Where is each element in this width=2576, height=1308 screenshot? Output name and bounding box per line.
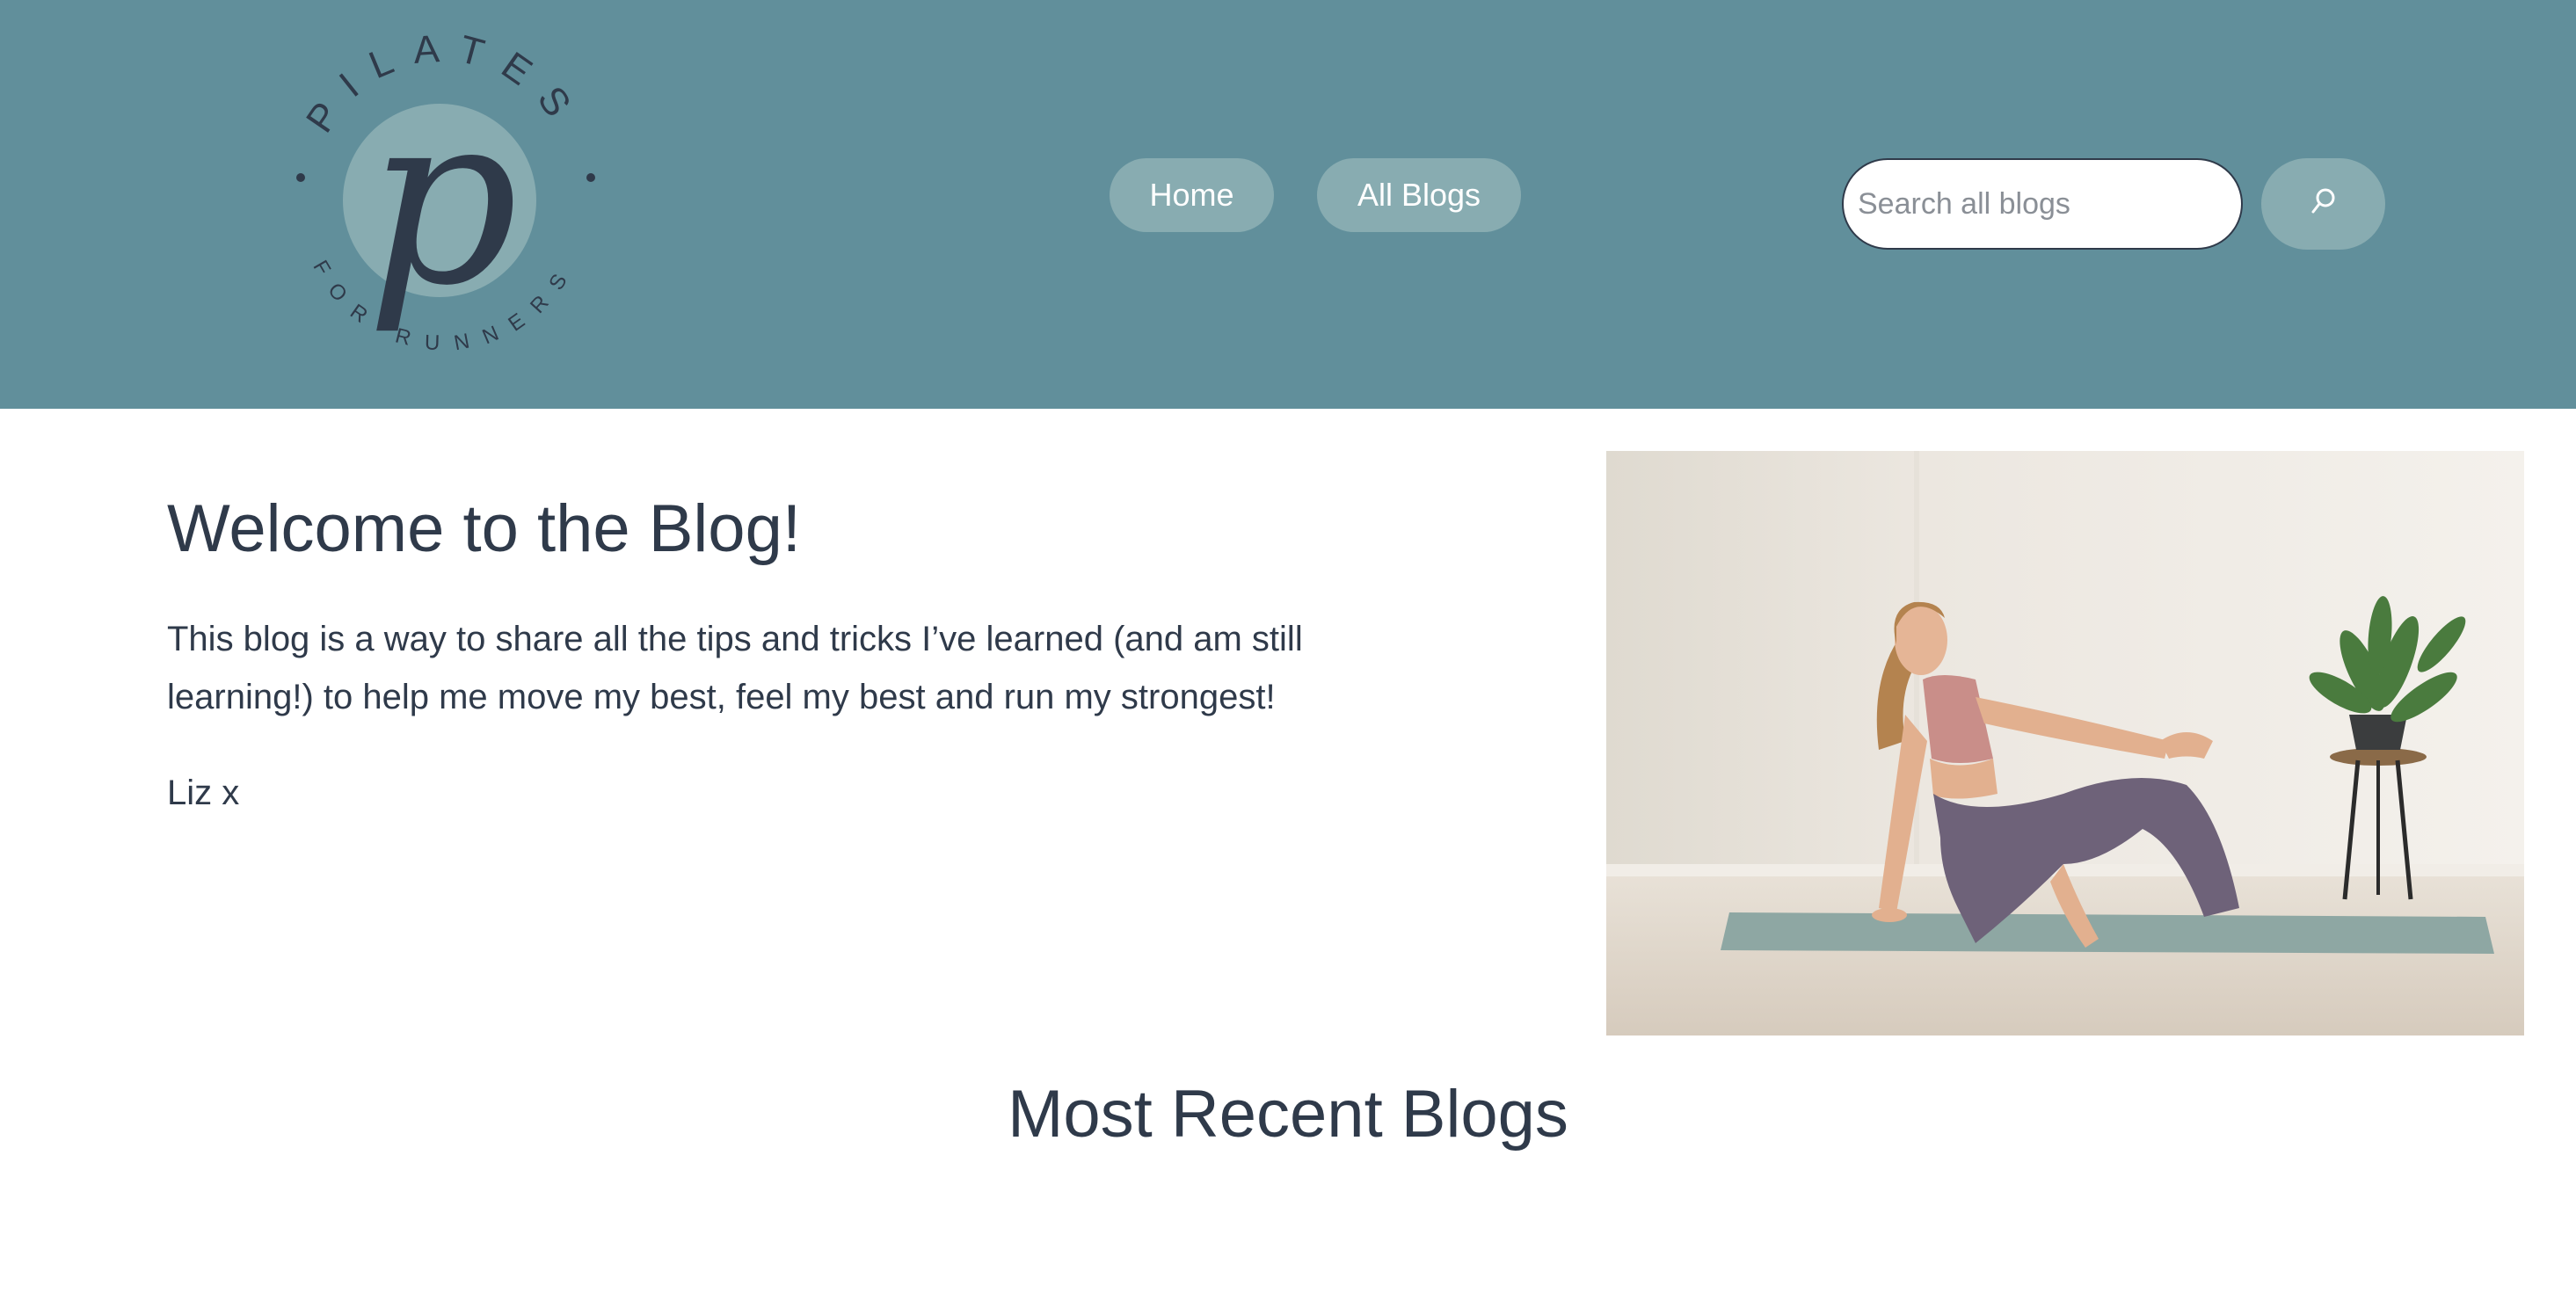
search-input[interactable] [1842,158,2243,250]
site-header: PILATES FOR RUNNERS p Home All Blogs [0,0,2576,409]
nav-home-button[interactable]: Home [1110,158,1274,232]
signoff: Liz x [167,774,240,812]
nav-home-label: Home [1149,177,1234,213]
search-button[interactable] [2261,158,2385,250]
nav-all-blogs-button[interactable]: All Blogs [1317,158,1521,232]
pilates-for-runners-logo[interactable]: PILATES FOR RUNNERS p [281,26,607,369]
intro-paragraph: This blog is a way to share all the tips… [167,620,1303,716]
search-icon [2310,187,2337,222]
nav-all-blogs-label: All Blogs [1357,177,1481,213]
recent-blogs-heading: Most Recent Blogs [1008,1077,1568,1152]
page-title: Welcome to the Blog! [167,491,801,566]
logo-monogram: p [367,61,519,338]
hero-photo [1606,451,2524,1036]
